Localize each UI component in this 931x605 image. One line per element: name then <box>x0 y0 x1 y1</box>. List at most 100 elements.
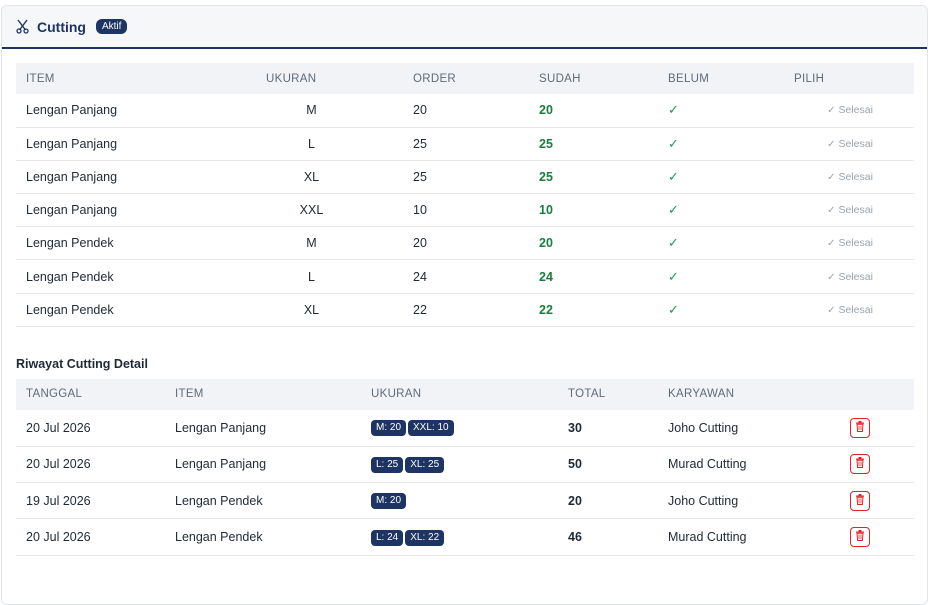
cell-item: Lengan Panjang <box>16 94 256 128</box>
cell-order: 24 <box>403 259 529 294</box>
cell-item: Lengan Panjang <box>16 160 256 195</box>
cell-ukuran: M <box>256 94 403 128</box>
table-header-row: TANGGAL ITEM UKURAN TOTAL KARYAWAN <box>16 378 914 410</box>
cell-ukuran: L: 24 XL: 22 <box>361 518 558 556</box>
check-icon: ✓ <box>827 238 836 250</box>
cell-actions <box>830 518 914 556</box>
check-icon: ✓ <box>827 138 836 150</box>
cell-sudah: 10 <box>529 193 658 228</box>
selesai-button[interactable]: ✓ Selesai <box>784 94 914 128</box>
selesai-button[interactable]: ✓ Selesai <box>784 293 914 327</box>
check-icon: ✓ <box>658 226 784 261</box>
table-row: Lengan Pendek M 20 20 ✓ ✓ Selesai <box>16 226 914 261</box>
status-badge: Aktif <box>95 19 128 34</box>
cell-karyawan: Murad Cutting <box>658 518 830 556</box>
col-karyawan: KARYAWAN <box>668 388 735 401</box>
col-order: ORDER <box>413 72 457 85</box>
check-icon: ✓ <box>827 271 836 283</box>
cell-item: Lengan Pendek <box>16 259 256 294</box>
cell-sudah: 24 <box>529 259 658 294</box>
col-sudah: SUDAH <box>539 72 581 85</box>
cell-ukuran: L <box>256 127 403 161</box>
table-row: 19 Jul 2026 Lengan Pendek M: 20 20 Joho Cutt… <box>16 482 914 520</box>
delete-button[interactable] <box>850 454 870 475</box>
selesai-button[interactable]: ✓ Selesai <box>784 160 914 195</box>
cutting-table: ITEM UKURAN ORDER SUDAH BELUM PILIH Leng… <box>16 63 914 327</box>
selesai-button[interactable]: ✓ Selesai <box>784 193 914 228</box>
cell-tanggal: 20 Jul 2026 <box>16 446 165 484</box>
selesai-label: Selesai <box>838 204 873 217</box>
selesai-label: Selesai <box>838 237 873 250</box>
check-icon: ✓ <box>658 94 784 128</box>
cell-item: Lengan Panjang <box>16 127 256 161</box>
delete-button[interactable] <box>850 527 870 548</box>
trash-icon <box>855 457 865 471</box>
size-chip: M: 20 <box>371 493 407 510</box>
selesai-label: Selesai <box>838 170 873 183</box>
selesai-button[interactable]: ✓ Selesai <box>784 259 914 294</box>
cell-ukuran: M: 20 <box>361 482 558 520</box>
cell-ukuran: L: 25 XL: 25 <box>361 446 558 484</box>
table-row: 20 Jul 2026 Lengan Panjang L: 25 XL: 25 50 Mu… <box>16 446 914 484</box>
cell-actions <box>830 482 914 520</box>
cell-item: Lengan Panjang <box>165 409 361 447</box>
delete-button[interactable] <box>850 417 870 438</box>
cell-item: Lengan Panjang <box>16 193 256 228</box>
cell-ukuran: XXL <box>256 193 403 228</box>
cell-item: Lengan Panjang <box>165 446 361 484</box>
check-icon: ✓ <box>827 205 836 217</box>
riwayat-table: TANGGAL ITEM UKURAN TOTAL KARYAWAN 20 Ju… <box>16 378 914 556</box>
selesai-label: Selesai <box>838 270 873 283</box>
selesai-label: Selesai <box>838 104 873 117</box>
cell-tanggal: 20 Jul 2026 <box>16 409 165 447</box>
cell-total: 50 <box>558 446 658 484</box>
card-header: Cutting Aktif <box>2 6 927 49</box>
check-icon: ✓ <box>658 160 784 195</box>
table-row: 20 Jul 2026 Lengan Panjang M: 20 XXL: 10 30 J… <box>16 409 914 447</box>
col-ukuran: UKURAN <box>266 72 317 85</box>
page-title: Cutting <box>37 18 86 35</box>
col-belum: BELUM <box>668 72 710 85</box>
check-icon: ✓ <box>658 127 784 161</box>
check-icon: ✓ <box>827 304 836 316</box>
check-icon: ✓ <box>658 293 784 327</box>
col-actions <box>830 379 914 410</box>
col-tanggal: TANGGAL <box>26 388 83 401</box>
cell-item: Lengan Pendek <box>165 518 361 556</box>
cell-item: Lengan Pendek <box>16 226 256 261</box>
cell-ukuran: XL <box>256 160 403 195</box>
cell-karyawan: Murad Cutting <box>658 446 830 484</box>
table-row: 20 Jul 2026 Lengan Pendek L: 24 XL: 22 46 Mur… <box>16 518 914 556</box>
check-icon: ✓ <box>827 171 836 183</box>
table-row: Lengan Panjang M 20 20 ✓ ✓ Selesai <box>16 94 914 128</box>
selesai-label: Selesai <box>838 303 873 316</box>
trash-icon <box>855 493 865 508</box>
cell-ukuran: M: 20 XXL: 10 <box>361 409 558 447</box>
cell-tanggal: 19 Jul 2026 <box>16 482 165 520</box>
check-icon: ✓ <box>827 105 836 117</box>
cell-ukuran: M <box>256 226 403 261</box>
cell-order: 25 <box>403 127 529 161</box>
table-row: Lengan Panjang XL 25 25 ✓ ✓ Selesai <box>16 160 914 195</box>
selesai-label: Selesai <box>838 137 873 150</box>
cell-total: 46 <box>558 518 658 556</box>
cell-total: 20 <box>558 482 658 520</box>
cell-sudah: 20 <box>529 94 658 128</box>
size-chip: M: 20 <box>371 420 407 437</box>
cell-order: 25 <box>403 160 529 195</box>
cell-ukuran: L <box>256 259 403 294</box>
cell-order: 20 <box>403 94 529 128</box>
col-pilih: PILIH <box>794 72 825 85</box>
cell-karyawan: Joho Cutting <box>658 409 830 447</box>
size-chip: L: 25 <box>371 456 404 473</box>
col-ukuran: UKURAN <box>371 388 422 401</box>
riwayat-title: Riwayat Cutting Detail <box>16 356 148 371</box>
cell-order: 10 <box>403 193 529 228</box>
cutting-card: Cutting Aktif ITEM UKURAN ORDER SUDAH BE… <box>1 5 928 605</box>
cell-karyawan: Joho Cutting <box>658 482 830 520</box>
delete-button[interactable] <box>850 490 870 511</box>
selesai-button[interactable]: ✓ Selesai <box>784 226 914 261</box>
cell-actions <box>830 409 914 447</box>
cell-item: Lengan Pendek <box>165 482 361 520</box>
selesai-button[interactable]: ✓ Selesai <box>784 127 914 161</box>
